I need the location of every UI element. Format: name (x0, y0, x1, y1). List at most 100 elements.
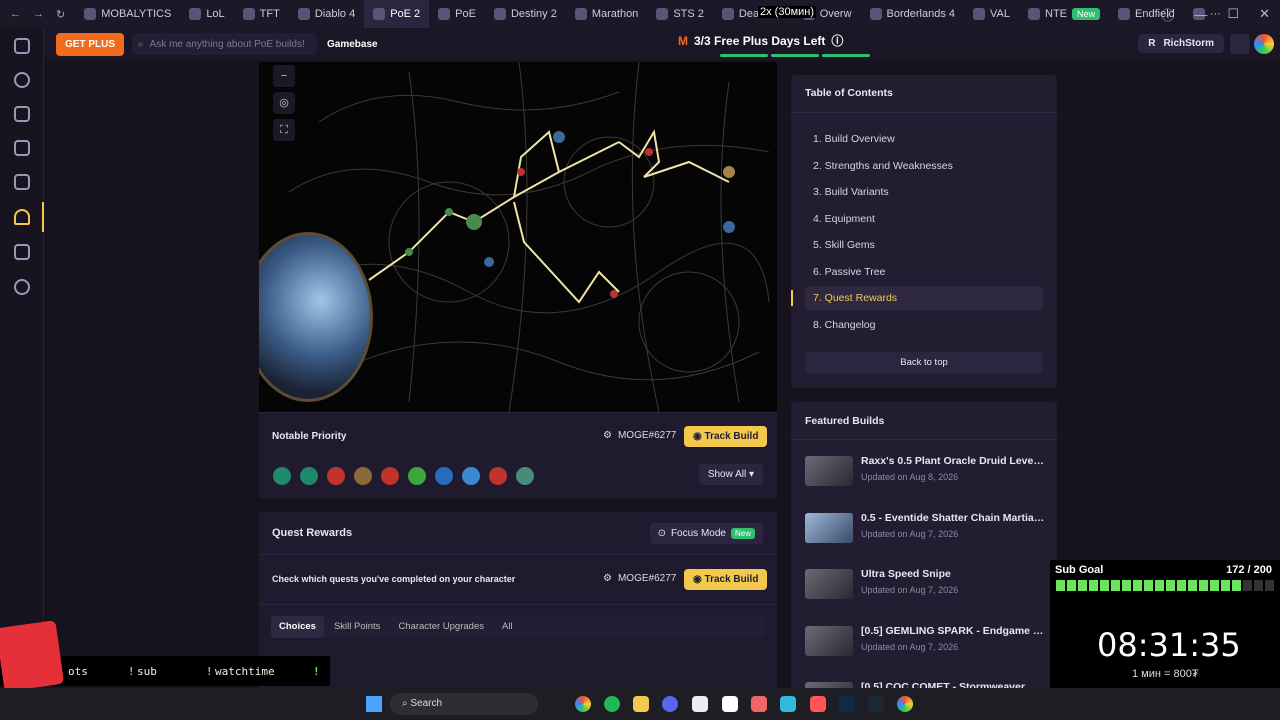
window-controls: ⓘ — ☐ ✕ (1161, 0, 1270, 28)
notable-node-icon[interactable] (408, 467, 426, 485)
passive-tree-viewer[interactable]: − ◎ ⛶ (259, 62, 777, 412)
windows-taskbar: ⌕ Search (0, 688, 1280, 720)
featured-build-item[interactable]: [0.5] GEMLING SPARK - Endgame Build Upda… (805, 622, 1045, 662)
edge-icon[interactable] (780, 696, 796, 712)
gamebase-link[interactable]: Gamebase (327, 39, 378, 50)
photoshop-icon[interactable] (839, 696, 855, 712)
build-author[interactable]: ⚙ MOGE#6277 (603, 430, 676, 441)
browser-tab[interactable]: MOBALYTICS (75, 0, 180, 28)
notable-node-icon[interactable] (489, 467, 507, 485)
profile-icon[interactable] (14, 72, 30, 88)
notable-node-icon[interactable] (300, 467, 318, 485)
tab-skill-points[interactable]: Skill Points (326, 616, 388, 638)
browser-tab[interactable]: STS 2 (647, 0, 713, 28)
notable-node-icon[interactable] (516, 467, 534, 485)
toc-item-active[interactable]: 7. Quest Rewards (805, 286, 1043, 310)
featured-build-item[interactable]: 0.5 - Eventide Shatter Chain Martial Art… (805, 509, 1045, 549)
quest-instructions: Check which quests you've completed on y… (272, 574, 516, 584)
claude-icon[interactable] (751, 696, 767, 712)
reload-icon[interactable]: ↻ (56, 8, 65, 21)
book-icon[interactable] (14, 244, 30, 260)
discord-icon[interactable] (662, 696, 678, 712)
forward-icon[interactable]: → (33, 8, 44, 21)
tab-choices[interactable]: Choices (271, 616, 324, 638)
steam-icon[interactable] (868, 696, 884, 712)
chrome-icon[interactable] (1254, 34, 1274, 54)
capcut-icon[interactable] (692, 696, 708, 712)
progress-segment (1078, 580, 1087, 591)
toc-item[interactable]: 1. Build Overview (805, 127, 1043, 151)
toc-item[interactable]: 4. Equipment (805, 207, 1043, 231)
notable-node-icon[interactable] (327, 467, 345, 485)
tab-character-upgrades[interactable]: Character Upgrades (390, 616, 492, 638)
tree-icon[interactable] (14, 174, 30, 190)
notable-node-icon[interactable] (381, 467, 399, 485)
notable-node-icon[interactable] (435, 467, 453, 485)
browser-tab[interactable]: Destiny 2 (485, 0, 566, 28)
minimize-icon[interactable]: — (1194, 7, 1207, 22)
browser-tab[interactable]: PoE (429, 0, 485, 28)
notable-node-icon[interactable] (462, 467, 480, 485)
featured-build-item[interactable]: Ultra Speed Snipe Updated on Aug 7, 2026 (805, 565, 1045, 605)
currency-icon[interactable] (14, 140, 30, 156)
tab-label: MOBALYTICS (101, 8, 172, 20)
tree-node-highlight[interactable] (723, 166, 735, 178)
tab-label: Diablo 4 (314, 8, 356, 20)
notion-icon[interactable] (722, 696, 738, 712)
progress-segment (1243, 580, 1252, 591)
notable-node-icon[interactable] (354, 467, 372, 485)
track-build-button[interactable]: ◉ Track Build (684, 569, 768, 590)
show-all-button[interactable]: Show All ▾ (698, 464, 763, 485)
quest-title: Quest Rewards (272, 527, 353, 539)
helmet-icon[interactable] (14, 209, 30, 225)
fullscreen-icon[interactable]: ⛶ (273, 119, 295, 141)
browser-tab[interactable]: Diablo 4 (289, 0, 364, 28)
center-icon[interactable]: ◎ (273, 92, 295, 114)
chrome-icon[interactable] (575, 696, 591, 712)
hammer-icon[interactable] (14, 106, 30, 122)
chrome-icon[interactable] (897, 696, 913, 712)
get-plus-button[interactable]: GET PLUS (56, 32, 125, 56)
taskbar-search[interactable]: ⌕ Search (390, 693, 538, 715)
stream-command: sub (137, 665, 157, 678)
windows-start-icon[interactable] (366, 696, 382, 712)
users-icon[interactable] (14, 279, 30, 295)
browser-tab[interactable]: TFT (234, 0, 289, 28)
notable-node-icon[interactable] (273, 467, 291, 485)
browser-tab[interactable]: PoE 2 (364, 0, 430, 28)
search-input[interactable]: ⌕ Ask me anything about PoE builds! (132, 33, 318, 55)
sidebar-active-indicator (42, 202, 44, 232)
progress-segment (1254, 580, 1263, 591)
close-icon[interactable]: ✕ (1259, 6, 1270, 22)
folder-icon[interactable] (633, 696, 649, 712)
browser-tab[interactable]: LoL (180, 0, 233, 28)
build-author[interactable]: ⚙ MOGE#6277 (603, 573, 676, 584)
browser-tab[interactable]: VAL (964, 0, 1019, 28)
info-icon[interactable]: ⓘ (1161, 5, 1174, 24)
track-build-button[interactable]: ◉ Track Build (684, 426, 768, 447)
toc-item[interactable]: 2. Strengths and Weaknesses (805, 154, 1043, 178)
progress-segment (1056, 580, 1065, 591)
settings-icon[interactable] (1230, 34, 1250, 54)
toc-item[interactable]: 3. Build Variants (805, 180, 1043, 204)
back-icon[interactable]: ← (10, 8, 21, 21)
back-to-top-button[interactable]: Back to top (805, 352, 1043, 374)
tab-all[interactable]: All (494, 616, 521, 638)
user-menu[interactable]: R RichStorm (1138, 34, 1224, 53)
zoom-out-button[interactable]: − (273, 65, 295, 87)
grid-icon[interactable] (14, 38, 30, 54)
focus-mode-button[interactable]: ⊙ Focus Mode New (649, 523, 763, 544)
quest-tabs: Choices Skill Points Character Upgrades … (271, 616, 765, 638)
toc-item[interactable]: 5. Skill Gems (805, 233, 1043, 257)
browser-tab[interactable]: NTE New (1019, 0, 1109, 28)
plus-promo[interactable]: M 3/3 Free Plus Days Left ⓘ (678, 32, 843, 49)
toc-item[interactable]: 6. Passive Tree (805, 260, 1043, 284)
build-date: Updated on Aug 7, 2026 (861, 529, 959, 539)
music-icon[interactable] (810, 696, 826, 712)
maximize-icon[interactable]: ☐ (1227, 6, 1239, 22)
featured-build-item[interactable]: Raxx's 0.5 Plant Oracle Druid Leveling U… (805, 452, 1045, 492)
browser-tab[interactable]: Marathon (566, 0, 647, 28)
toc-item[interactable]: 8. Changelog (805, 313, 1043, 337)
browser-tab[interactable]: Borderlands 4 (861, 0, 965, 28)
spotify-icon[interactable] (604, 696, 620, 712)
